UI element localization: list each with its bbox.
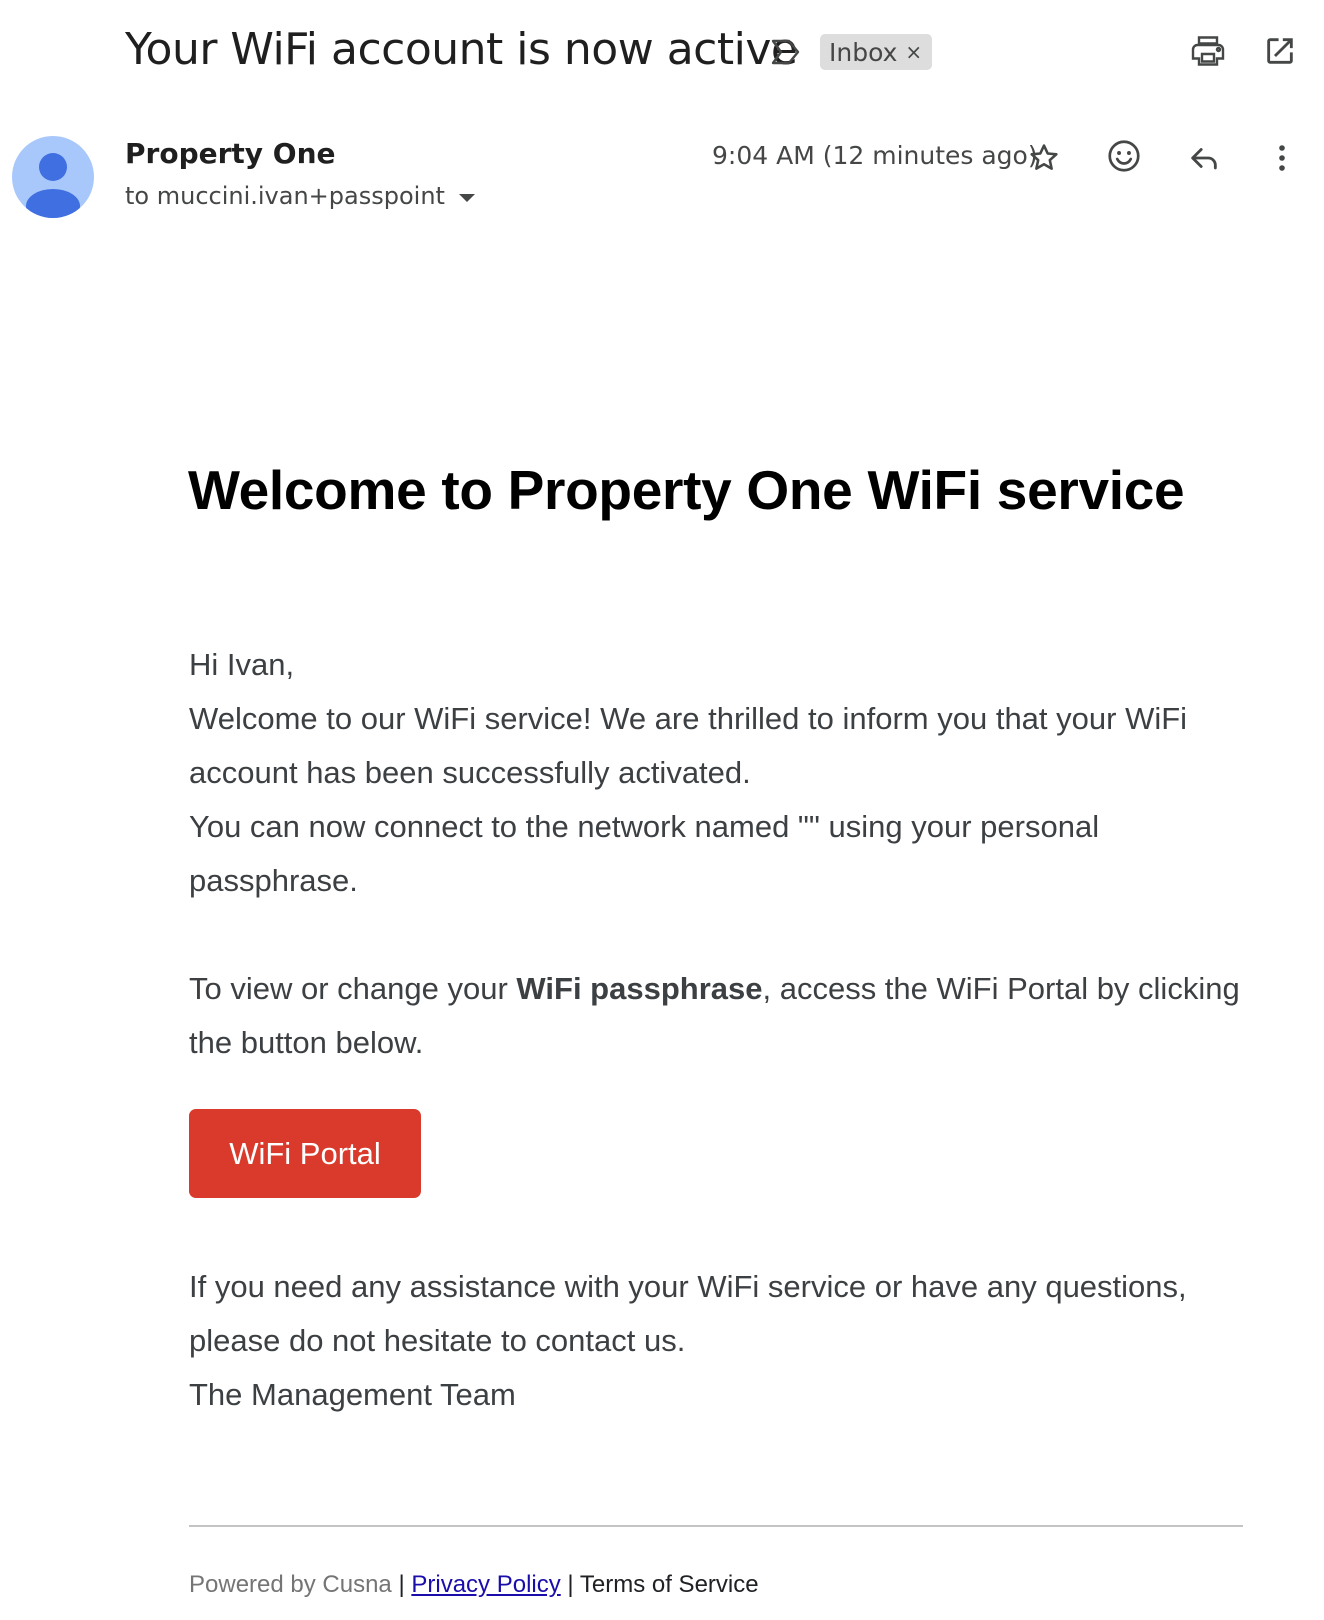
footer-separator: | [391, 1571, 412, 1598]
passphrase-paragraph: To view or change your WiFi passphrase, … [189, 962, 1249, 1070]
inbox-label-chip: Inbox × [820, 34, 933, 70]
terms-of-service-link[interactable]: Terms of Service [580, 1571, 759, 1598]
reply-icon[interactable] [1184, 138, 1224, 178]
remove-label-icon[interactable]: × [905, 40, 922, 64]
footer-divider [189, 1525, 1243, 1527]
sender-name: Property One [125, 137, 336, 170]
activation-paragraph: Welcome to our WiFi service! We are thri… [189, 701, 1188, 790]
wifi-portal-button[interactable]: WiFi Portal [189, 1109, 421, 1198]
emoji-react-icon[interactable] [1104, 136, 1144, 176]
passphrase-bold: WiFi passphrase [516, 971, 763, 1006]
powered-by: Powered by Cusna [189, 1571, 392, 1598]
greeting: Hi Ivan, [189, 647, 295, 682]
closing-text: If you need any assistance with your WiF… [189, 1260, 1249, 1422]
assistance-paragraph: If you need any assistance with your WiF… [189, 1269, 1187, 1358]
email-subject: Your WiFi account is now active [125, 24, 798, 75]
network-paragraph: You can now connect to the network named… [189, 809, 1100, 898]
avatar [12, 136, 94, 218]
recipient-details[interactable]: to muccini.ivan+passpoint [125, 182, 475, 210]
greeting-text: Hi Ivan, Welcome to our WiFi service! We… [189, 638, 1249, 908]
footer-separator: | [560, 1571, 580, 1598]
print-icon[interactable] [1188, 31, 1228, 71]
open-in-new-icon[interactable] [1260, 31, 1300, 71]
signoff: The Management Team [189, 1377, 516, 1412]
recipient-text: to muccini.ivan+passpoint [125, 182, 445, 210]
label-important-icon[interactable] [770, 38, 802, 66]
chevron-down-icon[interactable] [458, 194, 475, 202]
star-icon[interactable] [1024, 138, 1064, 178]
email-footer: Powered by Cusna | Privacy Policy | Term… [189, 1571, 759, 1599]
timestamp: 9:04 AM (12 minutes ago) [712, 141, 1038, 170]
passphrase-text-before: To view or change your [189, 971, 517, 1006]
label-text: Inbox [829, 37, 898, 67]
privacy-policy-link[interactable]: Privacy Policy [411, 1571, 560, 1598]
email-heading: Welcome to Property One WiFi service [188, 459, 1185, 521]
more-vert-icon[interactable] [1262, 138, 1302, 178]
